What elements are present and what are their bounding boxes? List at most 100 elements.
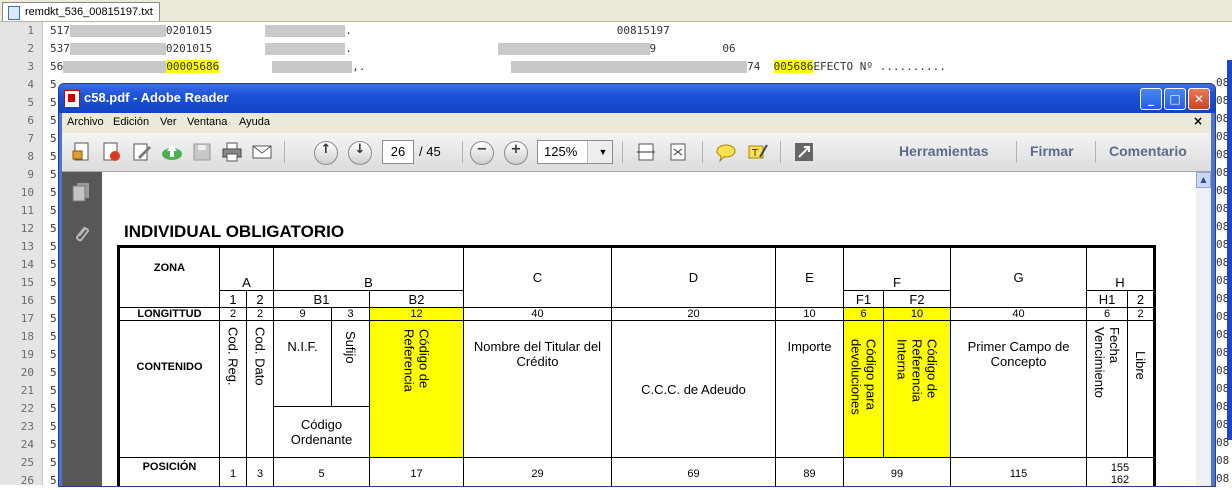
combine-pdf-icon[interactable] <box>100 141 124 163</box>
pages-panel-icon[interactable] <box>72 182 90 202</box>
maximize-button[interactable]: □ <box>1164 88 1186 110</box>
sufijo-label: Sufijo <box>343 331 358 364</box>
line-number: 7 <box>27 132 34 145</box>
zoom-value: 125% <box>544 144 578 159</box>
libre-label: Libre <box>1133 351 1148 380</box>
redacted-text <box>63 61 167 73</box>
zoom-in-icon[interactable]: + <box>504 141 528 165</box>
line-start-text: 5 <box>50 150 57 163</box>
line-number: 18 <box>20 330 34 343</box>
menu-ayuda[interactable]: Ayuda <box>239 116 270 128</box>
close-document-icon[interactable]: × <box>1193 114 1203 128</box>
len-h1: 6 <box>1086 307 1128 321</box>
line-field-text: 00815197 <box>616 24 670 37</box>
toolbar-separator <box>1095 141 1096 163</box>
zoom-out-icon[interactable]: − <box>470 141 494 165</box>
redacted-text <box>69 25 166 37</box>
line-text: 5 <box>50 436 57 454</box>
primer-campo-label: Primer Campo de Concepto <box>950 320 1087 458</box>
line-number: 15 <box>20 276 34 289</box>
next-page-icon[interactable]: ↓ <box>348 141 372 165</box>
create-pdf-icon[interactable] <box>70 141 94 163</box>
editor-line[interactable]: 3 56 00005686 ,. 74 005686EFECTO Nº ......… <box>0 58 1232 76</box>
line-start-text: 5 <box>50 330 57 343</box>
redacted-text <box>265 43 346 55</box>
upload-cloud-icon[interactable] <box>160 141 184 163</box>
line-start-text: 5 <box>50 276 57 289</box>
longitud-header: LONGITTUD <box>118 307 220 321</box>
scroll-up-icon[interactable]: ▲ <box>1196 172 1211 188</box>
zoom-select[interactable]: 125% ▼ <box>537 140 613 164</box>
redacted-text <box>272 61 353 73</box>
minimize-button[interactable]: _ <box>1140 88 1162 110</box>
line-number: 26 <box>20 474 34 487</box>
pos-h1: 155 <box>1110 462 1130 474</box>
sub-a1: 1 <box>219 290 247 308</box>
line-start-text: 5 <box>50 258 57 271</box>
fit-width-icon[interactable] <box>634 141 658 163</box>
zone-b: B <box>273 246 464 291</box>
line-text: 5 <box>50 292 57 310</box>
line-number: 21 <box>20 384 34 397</box>
document-view[interactable]: INDIVIDUAL OBLIGATORIO ZONA A B C D E F … <box>102 172 1196 486</box>
line-field-text: 0201015 <box>165 42 213 55</box>
document-scrollbar[interactable]: ▲ <box>1196 172 1211 486</box>
line-number: 20 <box>20 366 34 379</box>
attachments-panel-icon[interactable] <box>72 222 90 242</box>
chevron-down-icon[interactable]: ▼ <box>587 141 612 163</box>
menu-ver[interactable]: Ver <box>160 116 177 128</box>
edit-icon[interactable] <box>130 141 154 163</box>
line-number: 13 <box>20 240 34 253</box>
svg-text:T: T <box>751 148 759 159</box>
menu-edicion[interactable]: Edición <box>113 116 149 128</box>
len-e: 10 <box>775 307 844 321</box>
redacted-text <box>511 61 748 73</box>
line-start-text: 5 <box>50 78 57 91</box>
firmar-link[interactable]: Firmar <box>1030 143 1074 159</box>
comment-icon[interactable] <box>714 141 738 163</box>
editor-line[interactable]: 2 537 0201015 . 9 06 <box>0 40 1232 58</box>
title-bar[interactable]: c58.pdf - Adobe Reader _ □ ✕ <box>59 84 1215 113</box>
line-start-text: 5 <box>50 294 57 307</box>
line-number: 14 <box>20 258 34 271</box>
line-start-text: 5 <box>50 438 57 451</box>
zone-c: C <box>463 246 612 308</box>
line-text: 5 <box>50 94 57 112</box>
line-number: 8 <box>27 150 34 163</box>
fecha-venc-label: Fecha Vencimiento <box>1092 327 1122 398</box>
pos-c: 29 <box>463 457 612 486</box>
line-text: 5 <box>50 364 57 382</box>
fit-page-icon[interactable] <box>666 141 690 163</box>
comentario-link[interactable]: Comentario <box>1109 143 1187 159</box>
len-g: 40 <box>950 307 1087 321</box>
text-file-icon <box>8 6 20 20</box>
len-f2: 10 <box>883 307 951 321</box>
page-number-input[interactable]: 26 <box>382 140 414 164</box>
expand-icon[interactable] <box>792 141 816 163</box>
sub-b2: B2 <box>369 290 464 308</box>
editor-scrollbar[interactable] <box>1227 60 1232 440</box>
herramientas-link[interactable]: Herramientas <box>899 143 989 159</box>
file-tab[interactable]: remdkt_536_00815197.txt <box>2 2 160 21</box>
toolbar: ↑ ↓ 26 / 45 − + 125% ▼ T Herramientas Fir… <box>62 133 1211 172</box>
navigation-sidebar <box>62 172 102 486</box>
menu-archivo[interactable]: Archivo <box>67 116 104 128</box>
line-text: 5 <box>50 148 57 166</box>
toolbar-separator <box>462 141 463 163</box>
menu-ventana[interactable]: Ventana <box>187 116 227 128</box>
email-icon[interactable] <box>250 141 274 163</box>
save-icon[interactable] <box>190 141 214 163</box>
pos-g: 115 <box>950 457 1087 486</box>
line-text: 5 <box>50 166 57 184</box>
close-button[interactable]: ✕ <box>1188 88 1210 110</box>
line-start-text: 5 <box>50 384 57 397</box>
highlight-text-icon[interactable]: T <box>746 141 770 163</box>
line-text: 5 <box>50 400 57 418</box>
toolbar-separator <box>622 141 623 163</box>
ccc-label: C.C.C. de Adeudo <box>611 320 776 458</box>
line-number: 10 <box>20 186 34 199</box>
sub-f1: F1 <box>843 290 884 308</box>
print-icon[interactable] <box>220 141 244 163</box>
editor-line[interactable]: 1 517 0201015 . 00815197 <box>0 22 1232 40</box>
previous-page-icon[interactable]: ↑ <box>314 141 338 165</box>
